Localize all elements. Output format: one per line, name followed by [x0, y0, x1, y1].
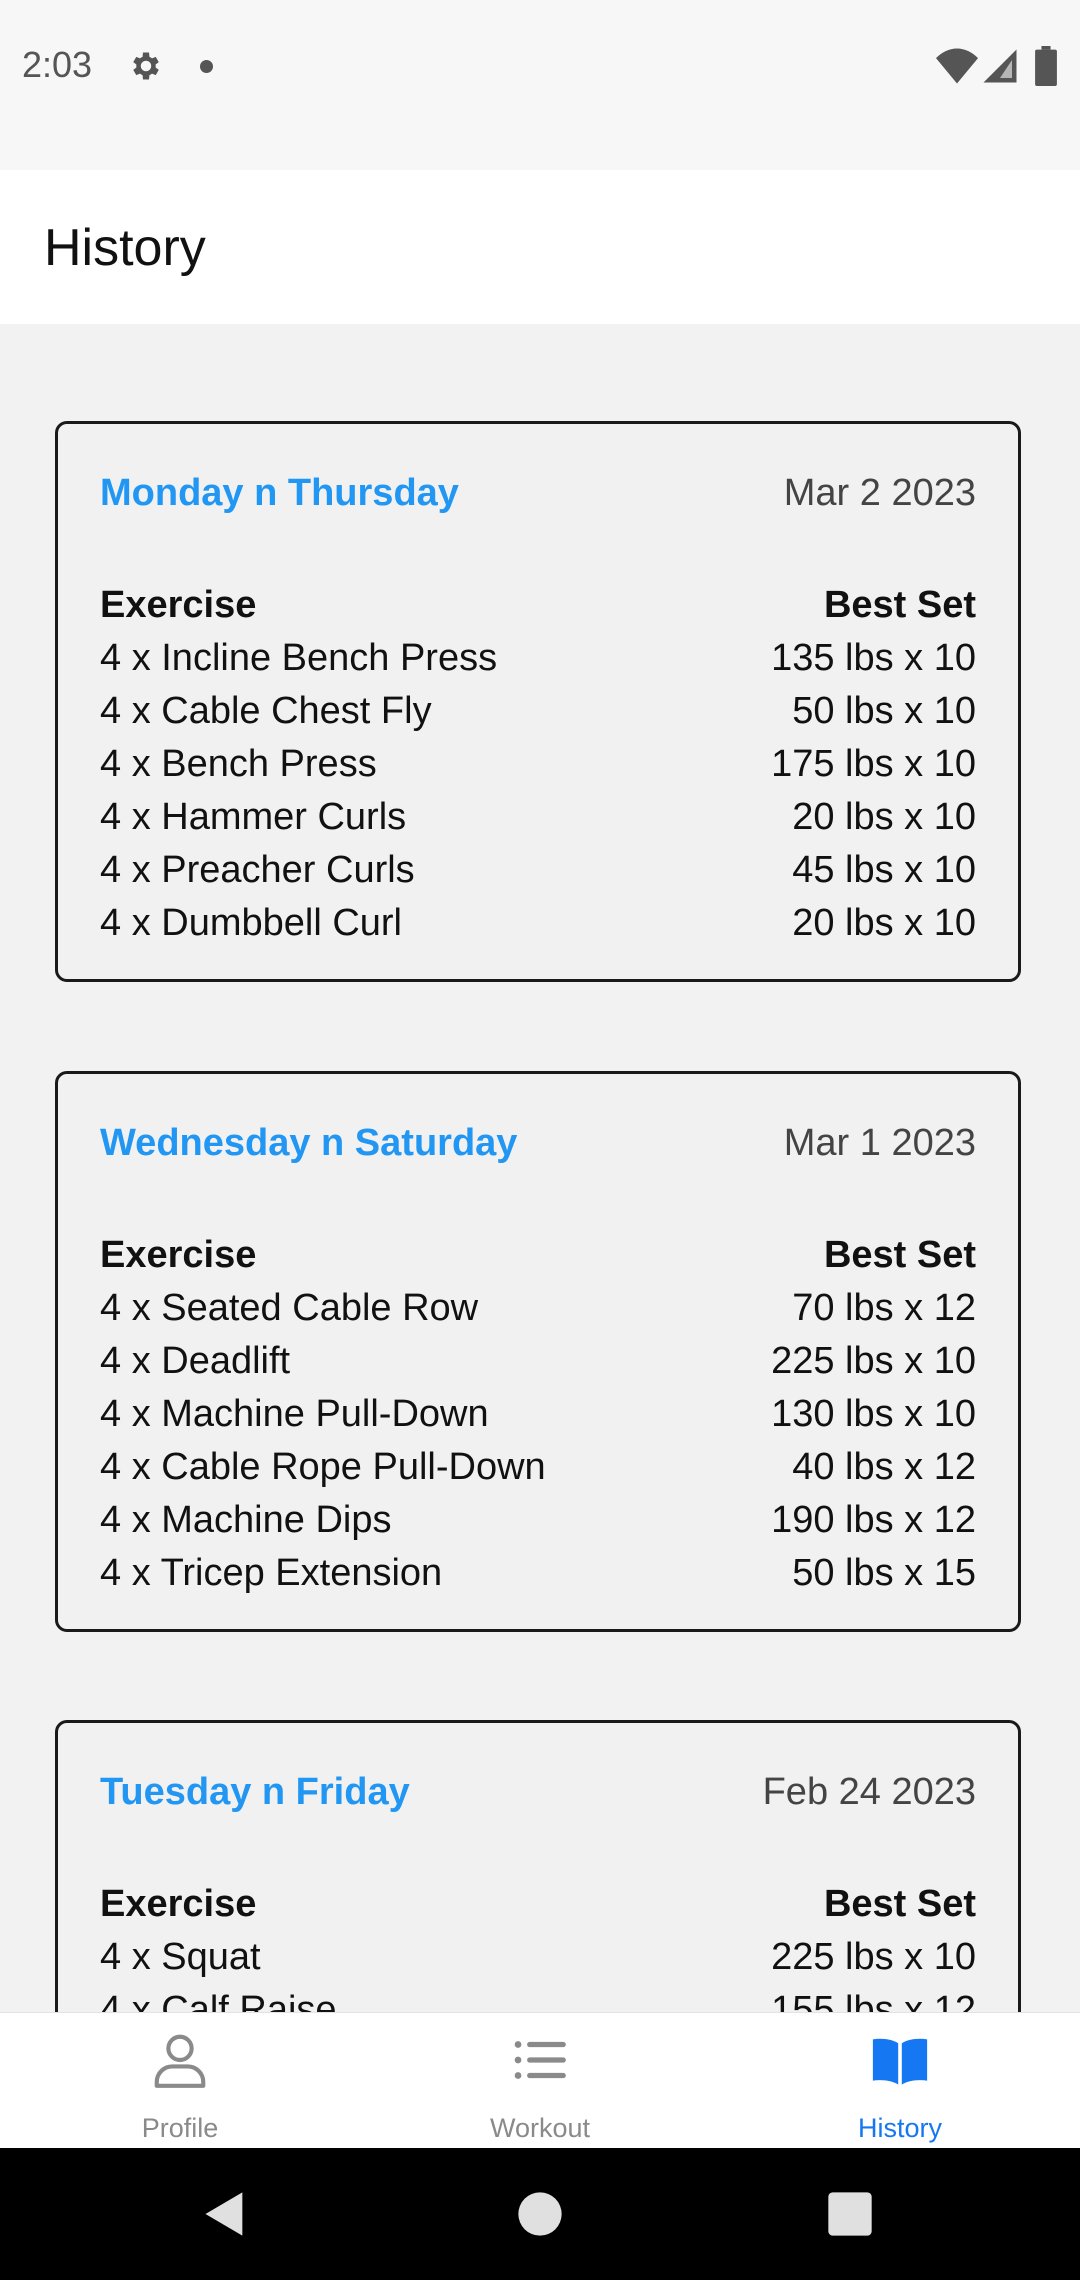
- exercise-name: 4 x Seated Cable Row: [100, 1287, 479, 1329]
- cell-signal-icon: [983, 49, 1017, 83]
- exercise-name: 4 x Preacher Curls: [100, 849, 415, 891]
- exercise-name: 4 x Cable Chest Fly: [100, 690, 432, 732]
- exercise-name: 4 x Bench Press: [100, 743, 377, 785]
- workout-date: Mar 2 2023: [783, 472, 976, 514]
- back-icon[interactable]: [199, 2188, 251, 2240]
- exercise-name: 4 x Cable Rope Pull-Down: [100, 1446, 546, 1488]
- best-set-value: 225 lbs x 10: [771, 1340, 976, 1382]
- system-nav-bar: [0, 2148, 1080, 2280]
- status-bar: 2:03: [0, 0, 1080, 170]
- table-header-row: Exercise Best Set: [100, 579, 976, 632]
- best-set-value: 190 lbs x 12: [771, 1499, 976, 1541]
- home-icon[interactable]: [514, 2188, 566, 2240]
- best-set-value: 155 lbs x 12: [771, 1989, 976, 2012]
- recents-icon[interactable]: [824, 2188, 876, 2240]
- exercise-name: 4 x Calf Raise: [100, 1989, 337, 2012]
- table-row: 4 x Machine Pull-Down 130 lbs x 10: [100, 1388, 976, 1441]
- workout-card[interactable]: Monday n Thursday Mar 2 2023 Exercise Be…: [55, 421, 1021, 982]
- app-header: History: [0, 170, 1080, 324]
- best-set-value: 50 lbs x 10: [792, 690, 976, 732]
- best-set-value: 20 lbs x 10: [792, 902, 976, 944]
- exercise-name: 4 x Machine Pull-Down: [100, 1393, 489, 1435]
- settings-gear-icon: [133, 52, 159, 80]
- best-set-value: 40 lbs x 12: [792, 1446, 976, 1488]
- best-set-value: 175 lbs x 10: [771, 743, 976, 785]
- best-set-value: 135 lbs x 10: [771, 637, 976, 679]
- exercise-column-header: Exercise: [100, 1234, 257, 1276]
- nav-tab-workout[interactable]: Workout: [360, 2013, 720, 2149]
- workout-date: Feb 24 2023: [762, 1771, 976, 1813]
- table-header-row: Exercise Best Set: [100, 1229, 976, 1282]
- workout-date: Mar 1 2023: [783, 1122, 976, 1164]
- table-row: 4 x Cable Rope Pull-Down 40 lbs x 12: [100, 1441, 976, 1494]
- page-title: History: [44, 219, 206, 277]
- best-set-value: 70 lbs x 12: [792, 1287, 976, 1329]
- bottom-nav: Profile Workout History: [0, 2012, 1080, 2149]
- status-time: 2:03: [22, 44, 93, 85]
- table-row: 4 x Bench Press 175 lbs x 10: [100, 738, 976, 791]
- best-set-value: 225 lbs x 10: [771, 1936, 976, 1978]
- table-row: 4 x Machine Dips 190 lbs x 12: [100, 1494, 976, 1547]
- workout-card[interactable]: Tuesday n Friday Feb 24 2023 Exercise Be…: [55, 1720, 1021, 2012]
- exercise-name: 4 x Hammer Curls: [100, 796, 407, 838]
- workout-title: Tuesday n Friday: [100, 1771, 410, 1813]
- exercise-name: 4 x Incline Bench Press: [100, 637, 498, 679]
- workout-title: Monday n Thursday: [100, 472, 459, 514]
- table-row: 4 x Preacher Curls 45 lbs x 10: [100, 844, 976, 897]
- best-set-value: 20 lbs x 10: [792, 796, 976, 838]
- person-icon: [154, 2034, 206, 2088]
- nav-tab-profile[interactable]: Profile: [0, 2013, 360, 2149]
- table-row: 4 x Hammer Curls 20 lbs x 10: [100, 791, 976, 844]
- nav-label: Profile: [141, 2113, 219, 2143]
- best-set-value: 130 lbs x 10: [771, 1393, 976, 1435]
- workout-card[interactable]: Wednesday n Saturday Mar 1 2023 Exercise…: [55, 1071, 1021, 1632]
- best-set-column-header: Best Set: [823, 584, 976, 626]
- exercise-table: Exercise Best Set 4 x Incline Bench Pres…: [100, 579, 976, 950]
- table-row: 4 x Tricep Extension 50 lbs x 15: [100, 1547, 976, 1600]
- exercise-name: 4 x Squat: [100, 1936, 261, 1978]
- table-row: 4 x Squat 225 lbs x 10: [100, 1931, 976, 1984]
- notification-dot-icon: [200, 60, 213, 73]
- best-set-value: 45 lbs x 10: [792, 849, 976, 891]
- table-header-row: Exercise Best Set: [100, 1878, 976, 1931]
- history-list[interactable]: Monday n Thursday Mar 2 2023 Exercise Be…: [0, 324, 1080, 2012]
- exercise-name: 4 x Machine Dips: [100, 1499, 392, 1541]
- best-set-value: 50 lbs x 15: [792, 1552, 976, 1594]
- nav-label: History: [857, 2113, 942, 2143]
- exercise-column-header: Exercise: [100, 584, 257, 626]
- nav-label: Workout: [489, 2113, 591, 2143]
- table-row: 4 x Cable Chest Fly 50 lbs x 10: [100, 685, 976, 738]
- battery-icon: [1035, 46, 1057, 86]
- table-row: 4 x Dumbbell Curl 20 lbs x 10: [100, 897, 976, 950]
- best-set-column-header: Best Set: [823, 1234, 976, 1276]
- nav-tab-history[interactable]: History: [720, 2013, 1080, 2149]
- wifi-icon: [936, 48, 978, 84]
- table-row: 4 x Incline Bench Press 135 lbs x 10: [100, 632, 976, 685]
- exercise-name: 4 x Dumbbell Curl: [100, 902, 402, 944]
- table-row: 4 x Calf Raise 155 lbs x 12: [100, 1984, 976, 2012]
- book-icon: [872, 2038, 928, 2085]
- table-row: 4 x Deadlift 225 lbs x 10: [100, 1335, 976, 1388]
- exercise-name: 4 x Tricep Extension: [100, 1552, 443, 1594]
- best-set-column-header: Best Set: [823, 1883, 976, 1925]
- workout-title: Wednesday n Saturday: [100, 1122, 518, 1164]
- exercise-table: Exercise Best Set 4 x Squat 225 lbs x 10 …: [100, 1878, 976, 2012]
- list-icon: [514, 2041, 566, 2079]
- exercise-column-header: Exercise: [100, 1883, 257, 1925]
- table-row: 4 x Seated Cable Row 70 lbs x 12: [100, 1282, 976, 1335]
- exercise-name: 4 x Deadlift: [100, 1340, 291, 1382]
- exercise-table: Exercise Best Set 4 x Seated Cable Row 70…: [100, 1229, 976, 1600]
